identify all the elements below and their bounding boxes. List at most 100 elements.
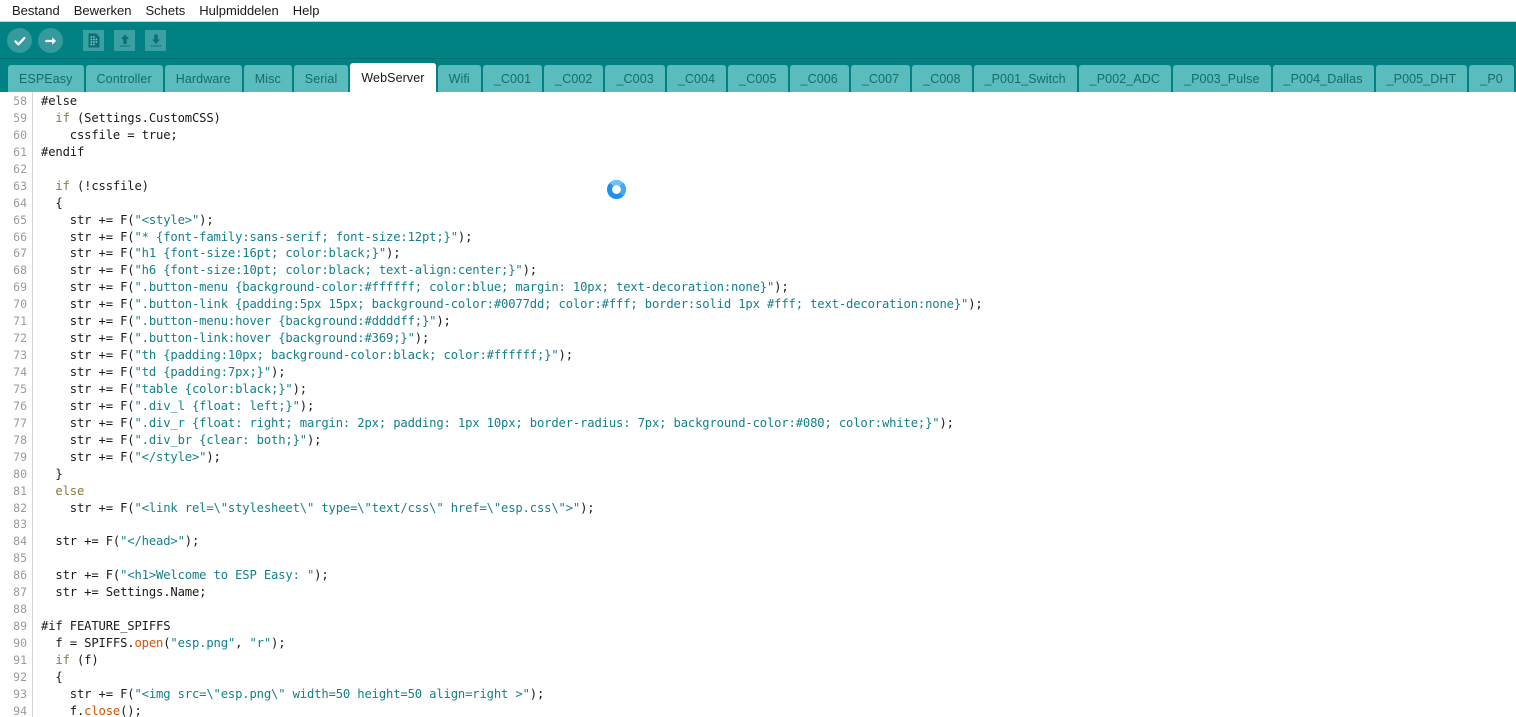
- tab-p0[interactable]: _P0: [1469, 65, 1514, 92]
- code-token-pln: );: [271, 365, 286, 379]
- code-line[interactable]: [41, 601, 1516, 618]
- arrow-down-icon: [145, 30, 166, 51]
- code-token-pln: );: [184, 534, 200, 549]
- code-line[interactable]: if (f): [41, 652, 1516, 669]
- code-line[interactable]: f = SPIFFS.open("esp.png", "r");: [41, 635, 1516, 652]
- code-line[interactable]: else: [41, 483, 1516, 500]
- code-line[interactable]: str += F("</style>");: [41, 449, 1516, 466]
- code-token-pln: {: [41, 669, 63, 684]
- new-button[interactable]: [80, 27, 107, 54]
- tab-c006[interactable]: _C006: [789, 65, 849, 92]
- tab-c002[interactable]: _C002: [544, 65, 604, 92]
- code-token-pln: [41, 179, 55, 193]
- tab-c007[interactable]: _C007: [850, 65, 911, 92]
- line-number: 76: [13, 398, 27, 413]
- code-line[interactable]: str += F(".div_r {float: right; margin: …: [41, 415, 1516, 432]
- code-line[interactable]: str += F(".div_br {clear: both;}");: [41, 432, 1516, 449]
- code-line[interactable]: str += F("h6 {font-size:10pt; color:blac…: [41, 262, 1516, 279]
- code-line[interactable]: str += F("table {color:black;}");: [41, 381, 1516, 398]
- code-line[interactable]: #endif: [41, 144, 1516, 161]
- line-number: 86: [13, 568, 27, 583]
- tab-c008[interactable]: _C008: [912, 65, 972, 92]
- code-line[interactable]: [41, 161, 1516, 178]
- menu-bewerken[interactable]: Bewerken: [67, 1, 139, 20]
- tab-c001[interactable]: _C001: [482, 65, 543, 92]
- code-token-str: ".button-link {padding:5px 15px; backgro…: [134, 297, 969, 312]
- code-line[interactable]: str += F(".button-menu {background-color…: [41, 279, 1516, 296]
- code-text-area[interactable]: #else if (Settings.CustomCSS) cssfile = …: [33, 92, 1516, 717]
- line-number: 60: [13, 127, 27, 142]
- code-line[interactable]: cssfile = true;: [41, 127, 1516, 144]
- code-token-str: "<img src=\"esp.png\" width=50 height=50…: [134, 686, 530, 701]
- line-number: 80: [13, 466, 27, 481]
- code-line[interactable]: }: [41, 466, 1516, 483]
- code-line[interactable]: [41, 516, 1516, 533]
- line-number: 90: [13, 636, 27, 650]
- menu-help[interactable]: Help: [286, 1, 327, 20]
- tab-serial[interactable]: Serial: [293, 65, 349, 92]
- code-line[interactable]: str += F("<h1>Welcome to ESP Easy: ");: [41, 567, 1516, 584]
- tab-c004[interactable]: _C004: [666, 65, 727, 92]
- code-token-pln: str += F(: [41, 381, 135, 396]
- tab-p002-adc[interactable]: _P002_ADC: [1078, 65, 1172, 92]
- code-line[interactable]: str += F("<style>");: [41, 212, 1516, 229]
- code-line[interactable]: f.close();: [41, 703, 1516, 717]
- verify-button[interactable]: [6, 27, 33, 54]
- code-token-str: "<h1>Welcome to ESP Easy: ": [120, 568, 315, 583]
- tab-controller[interactable]: Controller: [85, 65, 163, 92]
- code-line[interactable]: str += F("h1 {font-size:16pt; color:blac…: [41, 245, 1516, 262]
- code-line[interactable]: [41, 550, 1516, 567]
- line-number: 94: [13, 703, 27, 717]
- tab-p005-dht[interactable]: _P005_DHT: [1375, 65, 1468, 92]
- tab-wifi[interactable]: Wifi: [437, 65, 481, 92]
- code-line[interactable]: str += F("<link rel=\"stylesheet\" type=…: [41, 500, 1516, 517]
- line-number: 65: [13, 212, 27, 227]
- tab-espeasy[interactable]: ESPEasy: [8, 65, 84, 92]
- code-line[interactable]: #if FEATURE_SPIFFS: [41, 618, 1516, 635]
- code-line[interactable]: str += F("<img src=\"esp.png\" width=50 …: [41, 686, 1516, 703]
- code-line[interactable]: str += F("td {padding:7px;}");: [41, 364, 1516, 381]
- code-line[interactable]: str += F(".button-link {padding:5px 15px…: [41, 296, 1516, 313]
- code-line[interactable]: {: [41, 669, 1516, 686]
- line-number: 87: [13, 585, 27, 600]
- code-token-pln: }: [41, 466, 63, 481]
- line-number: 79: [13, 449, 27, 464]
- code-token-pln: str += F(: [41, 297, 135, 312]
- line-number: 91: [13, 652, 27, 667]
- line-number: 89: [13, 619, 27, 634]
- code-line[interactable]: str += F(".button-link:hover {background…: [41, 330, 1516, 347]
- code-line[interactable]: str += F(".div_l {float: left;}");: [41, 398, 1516, 415]
- sketch-tab-bar: ESPEasy Controller Hardware Misc Serial WebSe…: [0, 59, 1516, 92]
- tab-webserver[interactable]: WebServer: [350, 63, 436, 92]
- menu-bestand[interactable]: Bestand: [5, 1, 67, 20]
- code-line[interactable]: if (!cssfile): [41, 178, 1516, 195]
- save-button[interactable]: [142, 27, 169, 54]
- code-line[interactable]: if (Settings.CustomCSS): [41, 110, 1516, 127]
- tab-p004-dallas[interactable]: _P004_Dallas: [1272, 65, 1374, 92]
- tab-p001-switch[interactable]: _P001_Switch: [973, 65, 1077, 92]
- code-token-str: "td {padding:7px;}": [134, 365, 271, 379]
- open-button[interactable]: [111, 27, 138, 54]
- code-token-pln: );: [299, 398, 315, 413]
- code-line[interactable]: str += F("* {font-family:sans-serif; fon…: [41, 229, 1516, 246]
- upload-button[interactable]: [37, 27, 64, 54]
- code-token-str: "th {padding:10px; background-color:blac…: [134, 348, 559, 363]
- code-editor[interactable]: 58 59 60 61 62 63 64 65 66 67 68 69 70 71 72 73 74 75 76 77…: [0, 92, 1516, 717]
- tab-c005[interactable]: _C005: [728, 65, 788, 92]
- code-line[interactable]: str += F("</head>");: [41, 533, 1516, 550]
- code-line[interactable]: str += Settings.Name;: [41, 584, 1516, 601]
- code-token-pln: str += F(: [41, 449, 135, 464]
- menu-hulpmiddelen[interactable]: Hulpmiddelen: [192, 1, 286, 20]
- code-token-str: "esp.png": [170, 636, 236, 650]
- code-line[interactable]: str += F("th {padding:10px; background-c…: [41, 347, 1516, 364]
- tab-c003[interactable]: _C003: [605, 65, 665, 92]
- code-line[interactable]: #else: [41, 93, 1516, 110]
- tab-hardware[interactable]: Hardware: [164, 65, 242, 92]
- code-line[interactable]: str += F(".button-menu:hover {background…: [41, 313, 1516, 330]
- code-token-pln: );: [306, 432, 322, 447]
- tab-p003-pulse[interactable]: _P003_Pulse: [1173, 65, 1271, 92]
- menu-schets[interactable]: Schets: [139, 1, 193, 20]
- tab-misc[interactable]: Misc: [243, 65, 292, 92]
- code-token-pln: );: [271, 636, 286, 650]
- code-line[interactable]: {: [41, 195, 1516, 212]
